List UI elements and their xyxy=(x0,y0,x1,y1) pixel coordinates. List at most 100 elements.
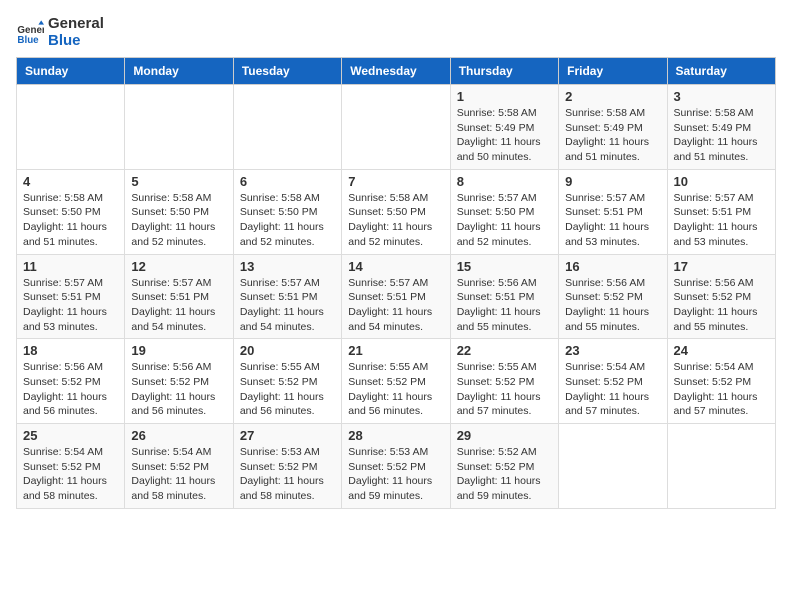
calendar-cell: 6 Sunrise: 5:58 AMSunset: 5:50 PMDaylight… xyxy=(233,169,341,254)
day-info: Sunrise: 5:58 AMSunset: 5:50 PMDaylight:… xyxy=(240,191,335,250)
calendar-week-3: 11 Sunrise: 5:57 AMSunset: 5:51 PMDayligh… xyxy=(17,254,776,339)
calendar-cell xyxy=(17,85,125,170)
calendar-cell xyxy=(667,424,775,509)
calendar-cell: 28Sunrise: 5:53 AMSunset: 5:52 PMDayligh… xyxy=(342,424,450,509)
calendar-week-1: 1 Sunrise: 5:58 AMSunset: 5:49 PMDaylight… xyxy=(17,85,776,170)
page-header: General Blue General Blue xyxy=(16,16,776,49)
calendar-cell: 12 Sunrise: 5:57 AMSunset: 5:51 PMDayligh… xyxy=(125,254,233,339)
day-number: 2 xyxy=(565,89,660,104)
column-header-monday: Monday xyxy=(125,58,233,85)
day-number: 3 xyxy=(674,89,769,104)
day-number: 12 xyxy=(131,259,226,274)
svg-text:Blue: Blue xyxy=(17,34,39,45)
calendar-cell: 27 Sunrise: 5:53 AMSunset: 5:52 PMDayligh… xyxy=(233,424,341,509)
day-info: Sunrise: 5:58 AMSunset: 5:49 PMDaylight:… xyxy=(565,106,660,165)
logo-icon: General Blue xyxy=(16,19,44,47)
day-number: 21 xyxy=(348,343,443,358)
day-info: Sunrise: 5:57 AMSunset: 5:51 PMDaylight:… xyxy=(23,276,118,335)
calendar-week-2: 4 Sunrise: 5:58 AMSunset: 5:50 PMDaylight… xyxy=(17,169,776,254)
day-number: 7 xyxy=(348,174,443,189)
day-info: Sunrise: 5:53 AMSunset: 5:52 PMDaylight:… xyxy=(240,445,335,504)
calendar-cell: 29Sunrise: 5:52 AMSunset: 5:52 PMDayligh… xyxy=(450,424,558,509)
day-info: Sunrise: 5:57 AMSunset: 5:51 PMDaylight:… xyxy=(131,276,226,335)
day-number: 26 xyxy=(131,428,226,443)
calendar-cell xyxy=(125,85,233,170)
column-header-tuesday: Tuesday xyxy=(233,58,341,85)
calendar-cell: 22Sunrise: 5:55 AMSunset: 5:52 PMDayligh… xyxy=(450,339,558,424)
day-info: Sunrise: 5:54 AMSunset: 5:52 PMDaylight:… xyxy=(565,360,660,419)
day-number: 23 xyxy=(565,343,660,358)
calendar-cell: 3 Sunrise: 5:58 AMSunset: 5:49 PMDaylight… xyxy=(667,85,775,170)
day-info: Sunrise: 5:55 AMSunset: 5:52 PMDaylight:… xyxy=(240,360,335,419)
calendar-cell: 13 Sunrise: 5:57 AMSunset: 5:51 PMDayligh… xyxy=(233,254,341,339)
calendar-cell: 5Sunrise: 5:58 AMSunset: 5:50 PMDaylight… xyxy=(125,169,233,254)
day-info: Sunrise: 5:53 AMSunset: 5:52 PMDaylight:… xyxy=(348,445,443,504)
day-info: Sunrise: 5:54 AMSunset: 5:52 PMDaylight:… xyxy=(674,360,769,419)
calendar-cell: 8 Sunrise: 5:57 AMSunset: 5:50 PMDaylight… xyxy=(450,169,558,254)
day-number: 25 xyxy=(23,428,118,443)
calendar-cell: 25 Sunrise: 5:54 AMSunset: 5:52 PMDayligh… xyxy=(17,424,125,509)
day-number: 10 xyxy=(674,174,769,189)
column-header-saturday: Saturday xyxy=(667,58,775,85)
day-number: 6 xyxy=(240,174,335,189)
day-info: Sunrise: 5:56 AMSunset: 5:51 PMDaylight:… xyxy=(457,276,552,335)
day-number: 19 xyxy=(131,343,226,358)
logo-line1: General xyxy=(48,16,104,33)
day-number: 9 xyxy=(565,174,660,189)
day-info: Sunrise: 5:57 AMSunset: 5:51 PMDaylight:… xyxy=(674,191,769,250)
column-header-sunday: Sunday xyxy=(17,58,125,85)
calendar-cell: 15 Sunrise: 5:56 AMSunset: 5:51 PMDayligh… xyxy=(450,254,558,339)
day-number: 14 xyxy=(348,259,443,274)
day-info: Sunrise: 5:56 AMSunset: 5:52 PMDaylight:… xyxy=(23,360,118,419)
day-number: 1 xyxy=(457,89,552,104)
day-info: Sunrise: 5:56 AMSunset: 5:52 PMDaylight:… xyxy=(565,276,660,335)
day-info: Sunrise: 5:57 AMSunset: 5:51 PMDaylight:… xyxy=(240,276,335,335)
logo-line2: Blue xyxy=(48,33,104,50)
day-info: Sunrise: 5:58 AMSunset: 5:50 PMDaylight:… xyxy=(23,191,118,250)
day-number: 13 xyxy=(240,259,335,274)
calendar-cell: 11 Sunrise: 5:57 AMSunset: 5:51 PMDayligh… xyxy=(17,254,125,339)
day-number: 27 xyxy=(240,428,335,443)
day-info: Sunrise: 5:56 AMSunset: 5:52 PMDaylight:… xyxy=(674,276,769,335)
day-number: 20 xyxy=(240,343,335,358)
day-number: 15 xyxy=(457,259,552,274)
day-number: 24 xyxy=(674,343,769,358)
calendar-cell: 17 Sunrise: 5:56 AMSunset: 5:52 PMDayligh… xyxy=(667,254,775,339)
day-number: 5 xyxy=(131,174,226,189)
calendar-cell: 9Sunrise: 5:57 AMSunset: 5:51 PMDaylight… xyxy=(559,169,667,254)
day-info: Sunrise: 5:57 AMSunset: 5:50 PMDaylight:… xyxy=(457,191,552,250)
calendar-cell: 20 Sunrise: 5:55 AMSunset: 5:52 PMDayligh… xyxy=(233,339,341,424)
calendar-cell: 19Sunrise: 5:56 AMSunset: 5:52 PMDayligh… xyxy=(125,339,233,424)
day-number: 8 xyxy=(457,174,552,189)
calendar-header-row: SundayMondayTuesdayWednesdayThursdayFrid… xyxy=(17,58,776,85)
calendar-cell xyxy=(233,85,341,170)
day-info: Sunrise: 5:58 AMSunset: 5:49 PMDaylight:… xyxy=(457,106,552,165)
calendar-cell: 2 Sunrise: 5:58 AMSunset: 5:49 PMDaylight… xyxy=(559,85,667,170)
calendar-cell: 23 Sunrise: 5:54 AMSunset: 5:52 PMDayligh… xyxy=(559,339,667,424)
day-info: Sunrise: 5:58 AMSunset: 5:49 PMDaylight:… xyxy=(674,106,769,165)
day-info: Sunrise: 5:54 AMSunset: 5:52 PMDaylight:… xyxy=(23,445,118,504)
calendar-body: 1 Sunrise: 5:58 AMSunset: 5:49 PMDaylight… xyxy=(17,85,776,509)
calendar-table: SundayMondayTuesdayWednesdayThursdayFrid… xyxy=(16,57,776,509)
calendar-cell xyxy=(559,424,667,509)
day-info: Sunrise: 5:52 AMSunset: 5:52 PMDaylight:… xyxy=(457,445,552,504)
day-number: 22 xyxy=(457,343,552,358)
day-info: Sunrise: 5:55 AMSunset: 5:52 PMDaylight:… xyxy=(348,360,443,419)
day-info: Sunrise: 5:58 AMSunset: 5:50 PMDaylight:… xyxy=(348,191,443,250)
column-header-thursday: Thursday xyxy=(450,58,558,85)
calendar-cell: 26Sunrise: 5:54 AMSunset: 5:52 PMDayligh… xyxy=(125,424,233,509)
column-header-wednesday: Wednesday xyxy=(342,58,450,85)
calendar-week-4: 18 Sunrise: 5:56 AMSunset: 5:52 PMDayligh… xyxy=(17,339,776,424)
day-number: 18 xyxy=(23,343,118,358)
calendar-cell: 1 Sunrise: 5:58 AMSunset: 5:49 PMDaylight… xyxy=(450,85,558,170)
day-number: 11 xyxy=(23,259,118,274)
calendar-cell: 21 Sunrise: 5:55 AMSunset: 5:52 PMDayligh… xyxy=(342,339,450,424)
day-number: 4 xyxy=(23,174,118,189)
calendar-cell: 24 Sunrise: 5:54 AMSunset: 5:52 PMDayligh… xyxy=(667,339,775,424)
calendar-cell: 7 Sunrise: 5:58 AMSunset: 5:50 PMDaylight… xyxy=(342,169,450,254)
day-number: 17 xyxy=(674,259,769,274)
calendar-cell: 10 Sunrise: 5:57 AMSunset: 5:51 PMDayligh… xyxy=(667,169,775,254)
calendar-cell: 18 Sunrise: 5:56 AMSunset: 5:52 PMDayligh… xyxy=(17,339,125,424)
column-header-friday: Friday xyxy=(559,58,667,85)
calendar-week-5: 25 Sunrise: 5:54 AMSunset: 5:52 PMDayligh… xyxy=(17,424,776,509)
